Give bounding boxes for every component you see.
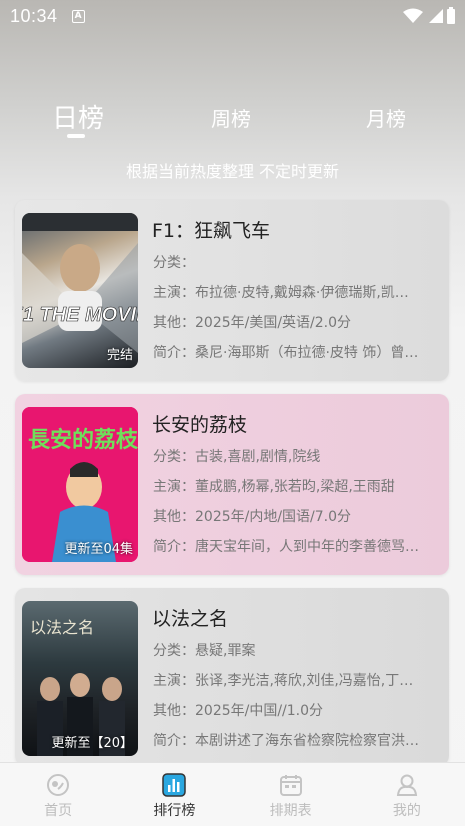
item-other: 其他：2025年/内地/国语/7.0分: [153, 509, 352, 525]
battery-icon: [447, 6, 455, 24]
item-other: 其他：2025年/美国/英语/2.0分: [153, 315, 352, 331]
item-cast: 主演：布拉德·皮特,戴姆森·伊德瑞斯,凯…: [153, 285, 409, 301]
nav-home-label: 首页: [44, 803, 73, 819]
nav-ranking-label: 排行榜: [153, 803, 196, 819]
status-time: 10:34: [10, 5, 58, 26]
item-category: 分类：悬疑,罪案: [153, 643, 256, 659]
notification-icon: A: [71, 9, 85, 23]
poster-image: 長安的荔枝 更新至04集: [22, 407, 138, 562]
ranking-tabs: 日榜 周榜 月榜: [0, 96, 465, 144]
item-intro: 简介：桑尼·海耶斯（布拉德·皮特 饰）曾…: [153, 345, 419, 361]
item-title: F1：狂飙飞车: [152, 220, 271, 242]
ranking-subtitle: 根据当前热度整理 不定时更新: [125, 162, 340, 181]
item-title: 长安的荔枝: [152, 414, 248, 436]
nav-profile-label: 我的: [392, 803, 421, 819]
item-cast: 主演：董成鹏,杨幂,张若昀,梁超,王雨甜: [153, 479, 395, 495]
item-category: 分类：古装,喜剧,剧情,院线: [153, 449, 321, 465]
nav-ranking[interactable]: 排行榜: [116, 763, 232, 826]
tab-monthly[interactable]: 月榜: [366, 103, 406, 132]
item-intro: 简介：本剧讲述了海东省检察院检察官洪…: [153, 733, 419, 749]
tab-daily[interactable]: 日榜: [52, 98, 104, 135]
active-tab-indicator: [67, 134, 85, 138]
list-item[interactable]: F1 THE MOVIE 完结 F1：狂飙飞车 分类： 主演：布拉德·皮特,戴姆…: [15, 200, 449, 381]
home-icon: [47, 774, 70, 796]
signal-icon: [429, 9, 443, 23]
item-category: 分类：: [153, 255, 195, 271]
wifi-icon: [403, 8, 423, 23]
poster-image: F1 THE MOVIE 完结: [22, 213, 138, 368]
nav-profile[interactable]: 我的: [349, 763, 465, 826]
poster-title-text: 以法之名: [30, 618, 94, 637]
poster-title-text: F1 THE MOVIE: [22, 304, 138, 326]
tab-weekly[interactable]: 周榜: [211, 103, 251, 132]
list-item[interactable]: 以法之名 更新至【20】 以法之名 分类：悬疑,罪案 主演：张译,李光洁,蒋欣,…: [15, 588, 449, 766]
poster-image: 以法之名 更新至【20】: [22, 601, 138, 756]
nav-schedule-label: 排期表: [269, 803, 312, 819]
status-badge: 更新至【20】: [51, 736, 133, 751]
list-item[interactable]: 長安的荔枝 更新至04集 长安的荔枝 分类：古装,喜剧,剧情,院线 主演：董成鹏…: [15, 394, 449, 575]
profile-icon: [396, 774, 417, 796]
item-title: 以法之名: [152, 608, 229, 630]
status-badge: 完结: [106, 348, 133, 363]
item-cast: 主演：张译,李光洁,蒋欣,刘佳,冯嘉怡,丁…: [153, 673, 414, 689]
nav-schedule[interactable]: 排期表: [233, 763, 349, 826]
poster-title-text: 長安的荔枝: [28, 427, 138, 453]
nav-home[interactable]: 首页: [0, 763, 116, 826]
bottom-navigation: 首页 排行榜 排期表 我的: [0, 762, 465, 826]
item-other: 其他：2025年/中国//1.0分: [153, 703, 324, 719]
item-intro: 简介：唐天宝年间，人到中年的李善德骂…: [153, 539, 419, 555]
status-bar: 10:34 A: [0, 0, 465, 32]
ranking-icon: [162, 773, 187, 797]
status-badge: 更新至04集: [64, 542, 133, 557]
calendar-icon: [279, 775, 302, 796]
